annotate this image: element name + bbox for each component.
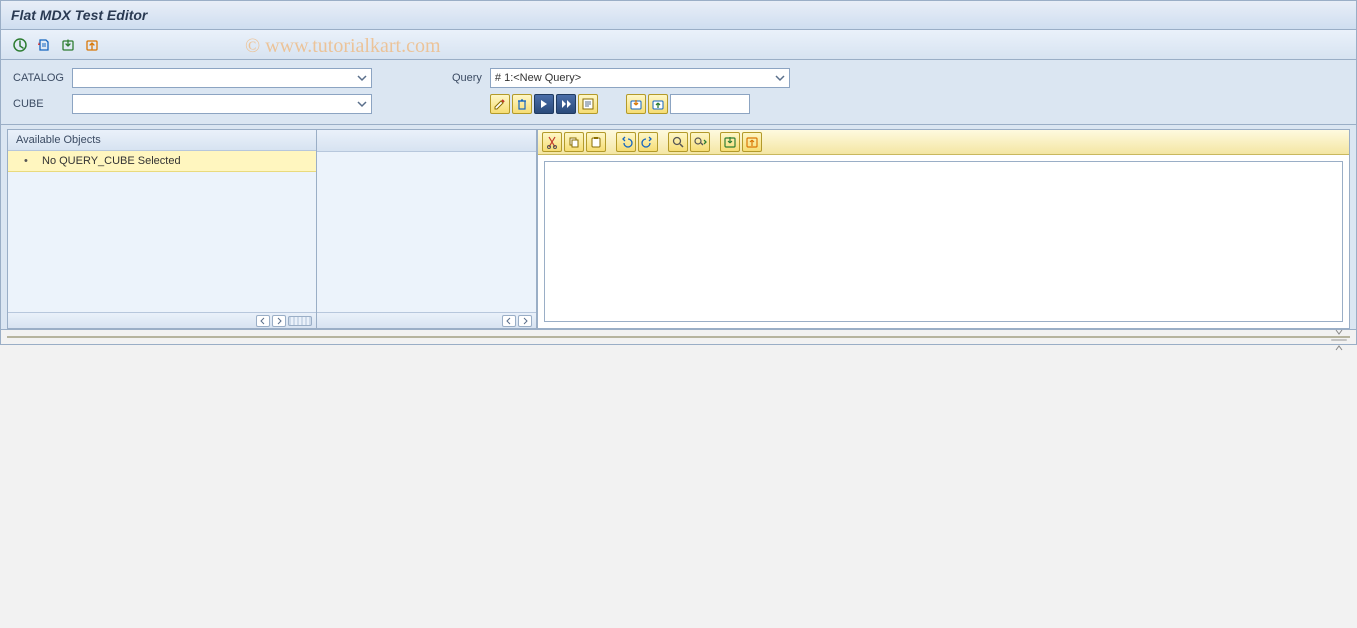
query-toolbar-right: [626, 94, 750, 114]
import-icon[interactable]: [59, 36, 77, 54]
scroll-down-icon[interactable]: [1332, 324, 1346, 340]
cube-dropdown[interactable]: [72, 94, 372, 114]
load-icon[interactable]: [626, 94, 646, 114]
paste-icon[interactable]: [586, 132, 606, 152]
execute-icon[interactable]: [11, 36, 29, 54]
app-window: Flat MDX Test Editor CATALOG CUBE: [0, 0, 1357, 345]
history-icon[interactable]: [35, 36, 53, 54]
fast-forward-icon[interactable]: [556, 94, 576, 114]
delete-icon[interactable]: [512, 94, 532, 114]
nav-right-icon[interactable]: [518, 315, 532, 327]
column-resize-handle[interactable]: [288, 316, 312, 326]
main-toolbar: [1, 30, 1356, 60]
window-title: Flat MDX Test Editor: [1, 1, 1356, 30]
show-text-icon[interactable]: [578, 94, 598, 114]
catalog-label: CATALOG: [13, 72, 64, 84]
middle-blank-panel: [317, 129, 537, 329]
output-scrollbar[interactable]: [1331, 339, 1347, 341]
execute-step-icon[interactable]: [534, 94, 554, 114]
undo-icon[interactable]: [616, 132, 636, 152]
editor-toolbar: [538, 130, 1349, 155]
scroll-up-icon[interactable]: [1332, 340, 1346, 356]
find-next-icon[interactable]: [690, 132, 710, 152]
save-icon[interactable]: [648, 94, 668, 114]
import-icon[interactable]: [720, 132, 740, 152]
query-label: Query: [452, 72, 482, 84]
available-objects-body: No QUERY_CUBE Selected: [8, 151, 316, 312]
nav-left-icon[interactable]: [502, 315, 516, 327]
list-item[interactable]: No QUERY_CUBE Selected: [8, 151, 316, 172]
export-icon[interactable]: [83, 36, 101, 54]
query-toolbar: [490, 94, 598, 114]
available-objects-header: Available Objects: [8, 130, 316, 151]
chevron-down-icon: [357, 73, 367, 83]
nav-right-icon[interactable]: [272, 315, 286, 327]
mid-scroll-nav: [317, 312, 536, 328]
copy-icon[interactable]: [564, 132, 584, 152]
edit-icon[interactable]: [490, 94, 510, 114]
output-panel: [7, 336, 1350, 338]
mdx-editor-panel: [537, 129, 1350, 329]
selection-panel: CATALOG CUBE Query # 1:<New Query>: [1, 60, 1356, 125]
redo-icon[interactable]: [638, 132, 658, 152]
nav-left-icon[interactable]: [256, 315, 270, 327]
query-name-input[interactable]: [670, 94, 750, 114]
catalog-dropdown[interactable]: [72, 68, 372, 88]
export-icon[interactable]: [742, 132, 762, 152]
available-objects-panel: Available Objects No QUERY_CUBE Selected: [7, 129, 317, 329]
query-dropdown[interactable]: # 1:<New Query>: [490, 68, 790, 88]
cut-icon[interactable]: [542, 132, 562, 152]
query-value: # 1:<New Query>: [495, 72, 771, 84]
mdx-editor-textarea[interactable]: [544, 161, 1343, 322]
chevron-down-icon: [357, 99, 367, 109]
left-scroll-nav: [8, 312, 316, 328]
find-icon[interactable]: [668, 132, 688, 152]
middle-header-blank: [317, 130, 536, 152]
chevron-down-icon: [775, 73, 785, 83]
middle-panels: Available Objects No QUERY_CUBE Selected: [1, 125, 1356, 330]
cube-label: CUBE: [13, 98, 64, 110]
